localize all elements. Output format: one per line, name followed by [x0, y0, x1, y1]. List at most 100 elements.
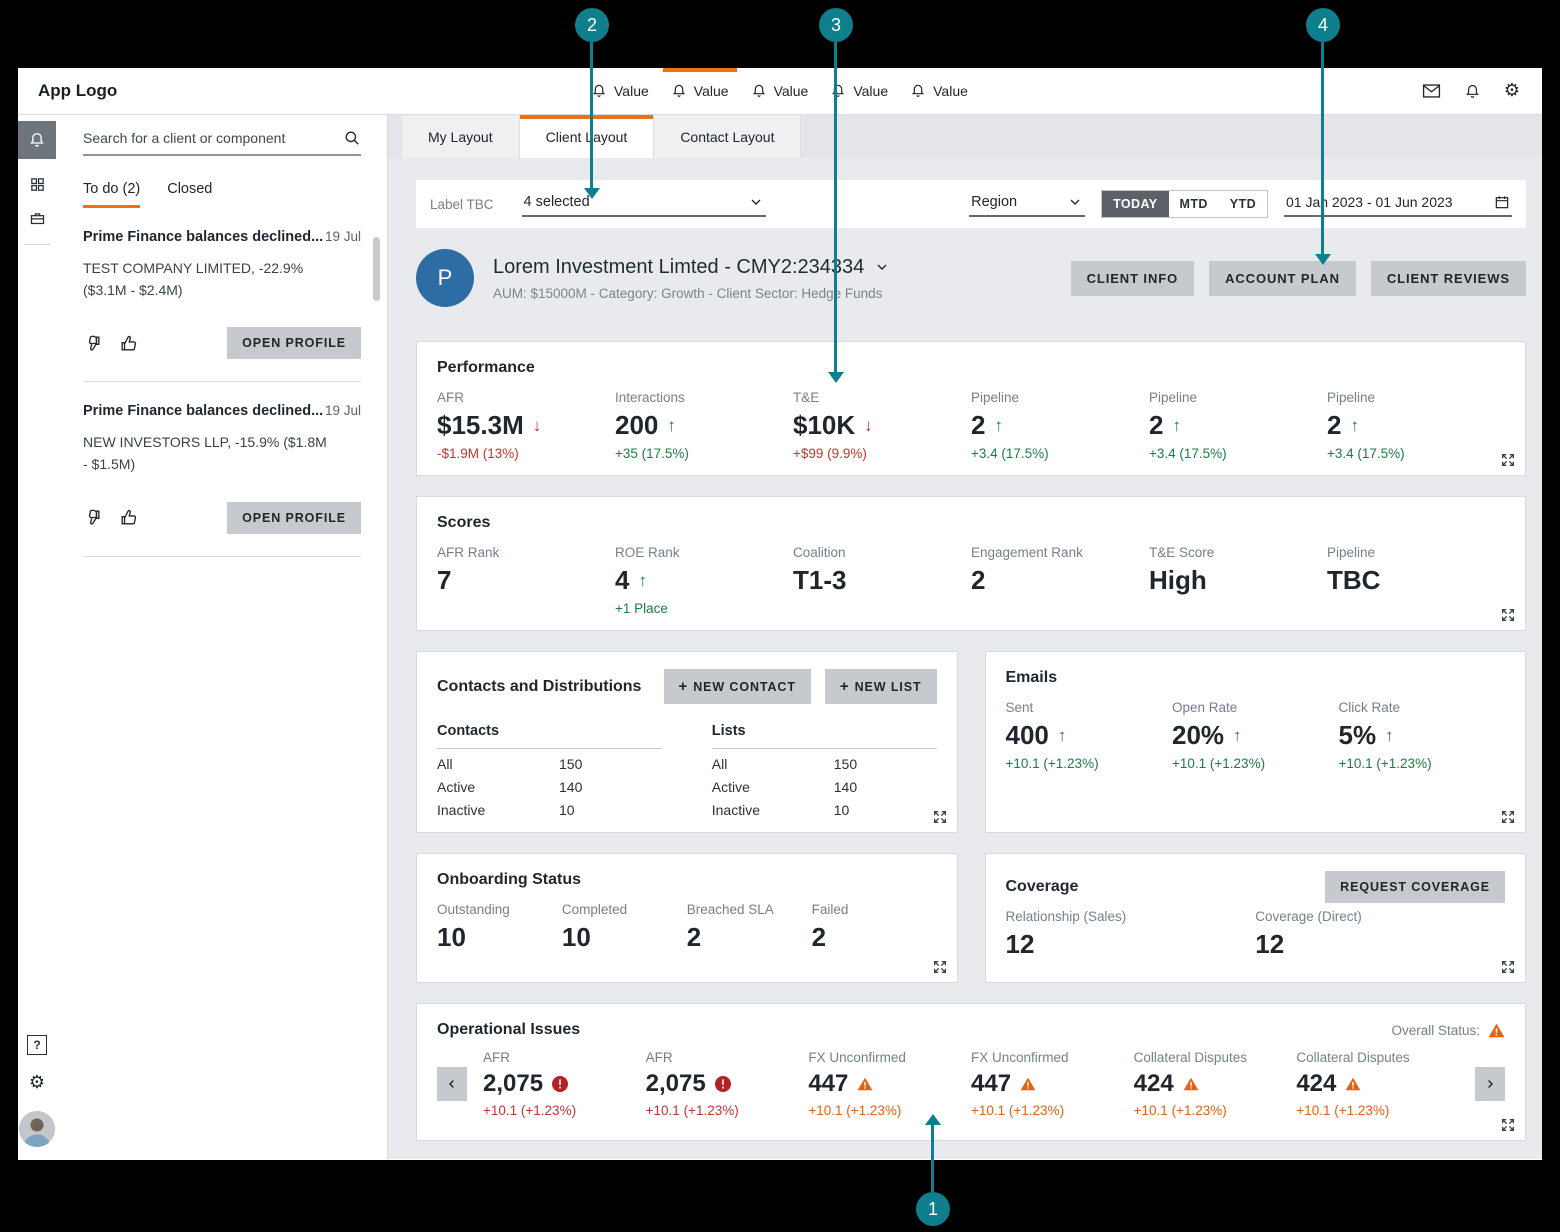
chevron-down-icon	[874, 259, 890, 275]
new-contact-button[interactable]: +NEW CONTACT	[664, 669, 811, 704]
metric-pipeline-score: Pipeline TBC	[1327, 545, 1505, 616]
app-header: App Logo Value Value Value Value	[18, 68, 1542, 115]
rail-settings-gear-icon[interactable]: ⚙	[29, 1074, 45, 1092]
settings-gear-icon[interactable]: ⚙	[1504, 82, 1520, 100]
trend-up-icon: ↑	[667, 416, 676, 436]
chevron-down-icon	[1067, 194, 1083, 210]
metric-outstanding: Outstanding 10	[437, 902, 562, 953]
segment-mtd[interactable]: MTD	[1169, 191, 1219, 217]
operational-issues-card: Operational Issues Overall Status: AFR	[416, 1003, 1526, 1141]
metric-collateral-disputes: Collateral Disputes 424 +10.1 (+1.23%)	[1296, 1050, 1459, 1118]
rail-bottom-group: ? ⚙	[19, 1035, 55, 1147]
card-title: Emails	[1006, 669, 1506, 687]
client-avatar: P	[416, 249, 474, 307]
account-plan-button[interactable]: ACCOUNT PLAN	[1209, 261, 1356, 296]
card-title: Coverage	[1006, 878, 1079, 896]
date-range-value: 01 Jan 2023 - 01 Jun 2023	[1286, 194, 1453, 210]
search-input[interactable]	[83, 130, 343, 146]
expand-icon[interactable]	[1500, 1117, 1516, 1133]
client-search	[83, 129, 361, 156]
thumbs-up-icon[interactable]	[119, 334, 138, 353]
multi-select-value: 4 selected	[524, 194, 590, 210]
nav-label: Value	[933, 83, 968, 99]
header-nav-item-4[interactable]: Value	[819, 68, 899, 114]
metric-breached-sla: Breached SLA 2	[687, 902, 812, 953]
warning-icon	[857, 1077, 873, 1091]
expand-icon[interactable]	[1500, 607, 1516, 623]
notification-title: Prime Finance balances declined...	[83, 229, 323, 245]
metric-afr-rank: AFR Rank 7	[437, 545, 615, 616]
table-row: All150	[712, 756, 937, 772]
bell-icon	[591, 83, 607, 99]
new-list-button[interactable]: +NEW LIST	[825, 669, 937, 704]
annotation-arrow-3	[834, 42, 837, 372]
tab-contact-layout[interactable]: Contact Layout	[654, 115, 801, 158]
metric-interactions: Interactions 200↑ +35 (17.5%)	[615, 390, 793, 461]
annotation-arrow-4	[1321, 42, 1324, 254]
trend-up-icon: ↑	[1385, 726, 1394, 746]
tab-todo[interactable]: To do (2)	[83, 181, 140, 208]
trend-up-icon: ↑	[1350, 416, 1359, 436]
error-icon	[715, 1076, 731, 1092]
search-icon[interactable]	[343, 129, 361, 147]
client-title-row[interactable]: Lorem Investment Limted - CMY2:234334	[493, 256, 890, 279]
carousel-next-button[interactable]	[1475, 1067, 1505, 1101]
client-reviews-button[interactable]: CLIENT REVIEWS	[1371, 261, 1526, 296]
header-nav-item-2[interactable]: Value	[660, 68, 740, 114]
rail-dashboard-grid-icon[interactable]	[29, 176, 46, 193]
segment-today[interactable]: TODAY	[1102, 191, 1168, 217]
error-icon	[552, 1076, 568, 1092]
notification-title: Prime Finance balances declined...	[83, 403, 323, 419]
open-profile-button[interactable]: OPEN PROFILE	[227, 502, 361, 534]
trend-up-icon: ↑	[1233, 726, 1242, 746]
metric-pipeline: Pipeline 2↑ +3.4 (17.5%)	[971, 390, 1149, 461]
thumbs-down-icon[interactable]	[83, 334, 102, 353]
user-avatar[interactable]	[19, 1111, 55, 1147]
tab-client-layout[interactable]: Client Layout	[520, 115, 655, 158]
thumbs-down-icon[interactable]	[83, 508, 102, 527]
notifications-bell-icon[interactable]	[1464, 83, 1481, 100]
expand-icon[interactable]	[1500, 959, 1516, 975]
expand-icon[interactable]	[1500, 809, 1516, 825]
expand-icon[interactable]	[932, 809, 948, 825]
table-row: Active140	[437, 779, 662, 795]
help-icon[interactable]: ?	[27, 1035, 47, 1055]
sidebar-scrollbar-thumb[interactable]	[373, 237, 380, 301]
tab-closed[interactable]: Closed	[167, 181, 212, 208]
metric-coverage-direct: Coverage (Direct) 12	[1255, 909, 1505, 960]
trend-up-icon: ↑	[1172, 416, 1181, 436]
table-row: Active140	[712, 779, 937, 795]
metric-sent: Sent 400↑ +10.1 (+1.23%)	[1006, 700, 1173, 771]
header-nav: Value Value Value Value Value	[580, 68, 979, 114]
multi-select-dropdown[interactable]: 4 selected	[522, 191, 766, 217]
client-info-button[interactable]: CLIENT INFO	[1071, 261, 1195, 296]
dashboard-content: Label TBC 4 selected Region TODAY MT	[388, 158, 1542, 1159]
rail-notifications-bell-icon[interactable]	[18, 121, 56, 159]
carousel-prev-button[interactable]	[437, 1067, 467, 1101]
thumbs-up-icon[interactable]	[119, 508, 138, 527]
metric-fx-unconfirmed: FX Unconfirmed 447 +10.1 (+1.23%)	[971, 1050, 1134, 1118]
tab-my-layout[interactable]: My Layout	[402, 115, 520, 158]
mail-icon[interactable]	[1422, 83, 1441, 99]
table-row: All150	[437, 756, 662, 772]
performance-card: Performance AFR $15.3M↓ -$1.9M (13%) Int…	[416, 341, 1526, 476]
annotation-badge-2: 2	[575, 8, 609, 42]
metric-te: T&E $10K↓ +$99 (9.9%)	[793, 390, 971, 461]
expand-icon[interactable]	[932, 959, 948, 975]
warning-icon	[1183, 1077, 1199, 1091]
plus-icon: +	[679, 678, 689, 695]
header-nav-item-3[interactable]: Value	[740, 68, 820, 114]
header-nav-item-5[interactable]: Value	[899, 68, 979, 114]
date-range-picker[interactable]: 01 Jan 2023 - 01 Jun 2023	[1284, 191, 1512, 217]
segment-ytd[interactable]: YTD	[1219, 191, 1267, 217]
rail-briefcase-icon[interactable]	[29, 210, 46, 227]
expand-icon[interactable]	[1500, 452, 1516, 468]
metric-te-score: T&E Score High	[1149, 545, 1327, 616]
request-coverage-button[interactable]: REQUEST COVERAGE	[1325, 871, 1505, 903]
bell-icon	[671, 83, 687, 99]
open-profile-button[interactable]: OPEN PROFILE	[227, 327, 361, 359]
region-dropdown[interactable]: Region	[969, 191, 1085, 217]
coverage-card: Coverage REQUEST COVERAGE Relationship (…	[985, 853, 1527, 983]
sidebar: ? ⚙ To do (2) Closed	[18, 115, 388, 1159]
table-row: Inactive10	[712, 802, 937, 818]
